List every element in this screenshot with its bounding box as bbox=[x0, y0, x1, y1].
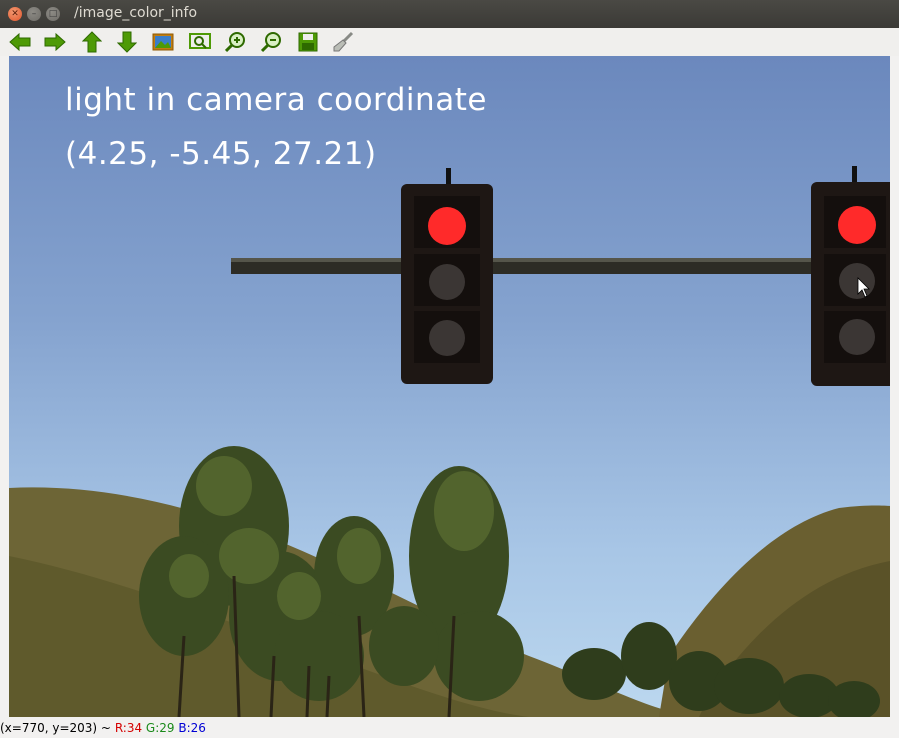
clear-brush-icon bbox=[333, 31, 354, 52]
overlay-coordinates: (4.25, -5.45, 27.21) bbox=[65, 136, 377, 172]
red-lamp-right bbox=[838, 206, 876, 244]
up-button[interactable] bbox=[80, 31, 104, 53]
window-titlebar: ✕ – □ /image_color_info bbox=[0, 0, 899, 28]
image-view[interactable]: light in camera coordinate (4.25, -5.45,… bbox=[9, 56, 890, 717]
close-window-button[interactable]: ✕ bbox=[8, 7, 22, 21]
zoom-out-button[interactable] bbox=[260, 31, 284, 53]
image-button[interactable] bbox=[151, 31, 175, 53]
zoom-in-button[interactable] bbox=[224, 31, 248, 53]
clear-button[interactable] bbox=[331, 31, 355, 53]
forward-button[interactable] bbox=[43, 31, 67, 53]
image-icon bbox=[152, 33, 174, 51]
arrow-up-icon bbox=[82, 31, 102, 53]
window-title: /image_color_info bbox=[74, 5, 198, 21]
minimize-icon: – bbox=[31, 8, 37, 19]
maximize-icon: □ bbox=[48, 8, 58, 19]
down-button[interactable] bbox=[115, 31, 139, 53]
zoom-fit-button[interactable] bbox=[188, 31, 212, 53]
traffic-light-right bbox=[811, 166, 890, 386]
arrow-left-icon bbox=[9, 33, 31, 51]
traffic-light-left bbox=[401, 168, 493, 384]
status-green-value: G:29 bbox=[145, 721, 175, 735]
save-button[interactable] bbox=[296, 31, 320, 53]
status-blue-value: B:26 bbox=[178, 721, 206, 735]
overlay-title: light in camera coordinate bbox=[65, 82, 487, 118]
arrow-right-icon bbox=[44, 33, 66, 51]
minimize-window-button[interactable]: – bbox=[27, 7, 41, 21]
save-icon bbox=[298, 32, 318, 52]
arrow-down-icon bbox=[117, 31, 137, 53]
back-button[interactable] bbox=[8, 31, 32, 53]
toolbar bbox=[0, 28, 899, 56]
zoom-out-icon bbox=[261, 32, 281, 53]
status-bar: (x=770, y=203) ~ R:34 G:29 B:26 bbox=[0, 718, 899, 738]
maximize-window-button[interactable]: □ bbox=[46, 7, 60, 21]
red-lamp-left bbox=[428, 207, 466, 245]
close-icon: ✕ bbox=[11, 8, 19, 19]
status-red-value: R:34 bbox=[114, 721, 143, 735]
status-coordinates: (x=770, y=203) ~ bbox=[0, 721, 111, 735]
zoom-fit-icon bbox=[189, 33, 211, 49]
zoom-in-icon bbox=[225, 32, 245, 53]
